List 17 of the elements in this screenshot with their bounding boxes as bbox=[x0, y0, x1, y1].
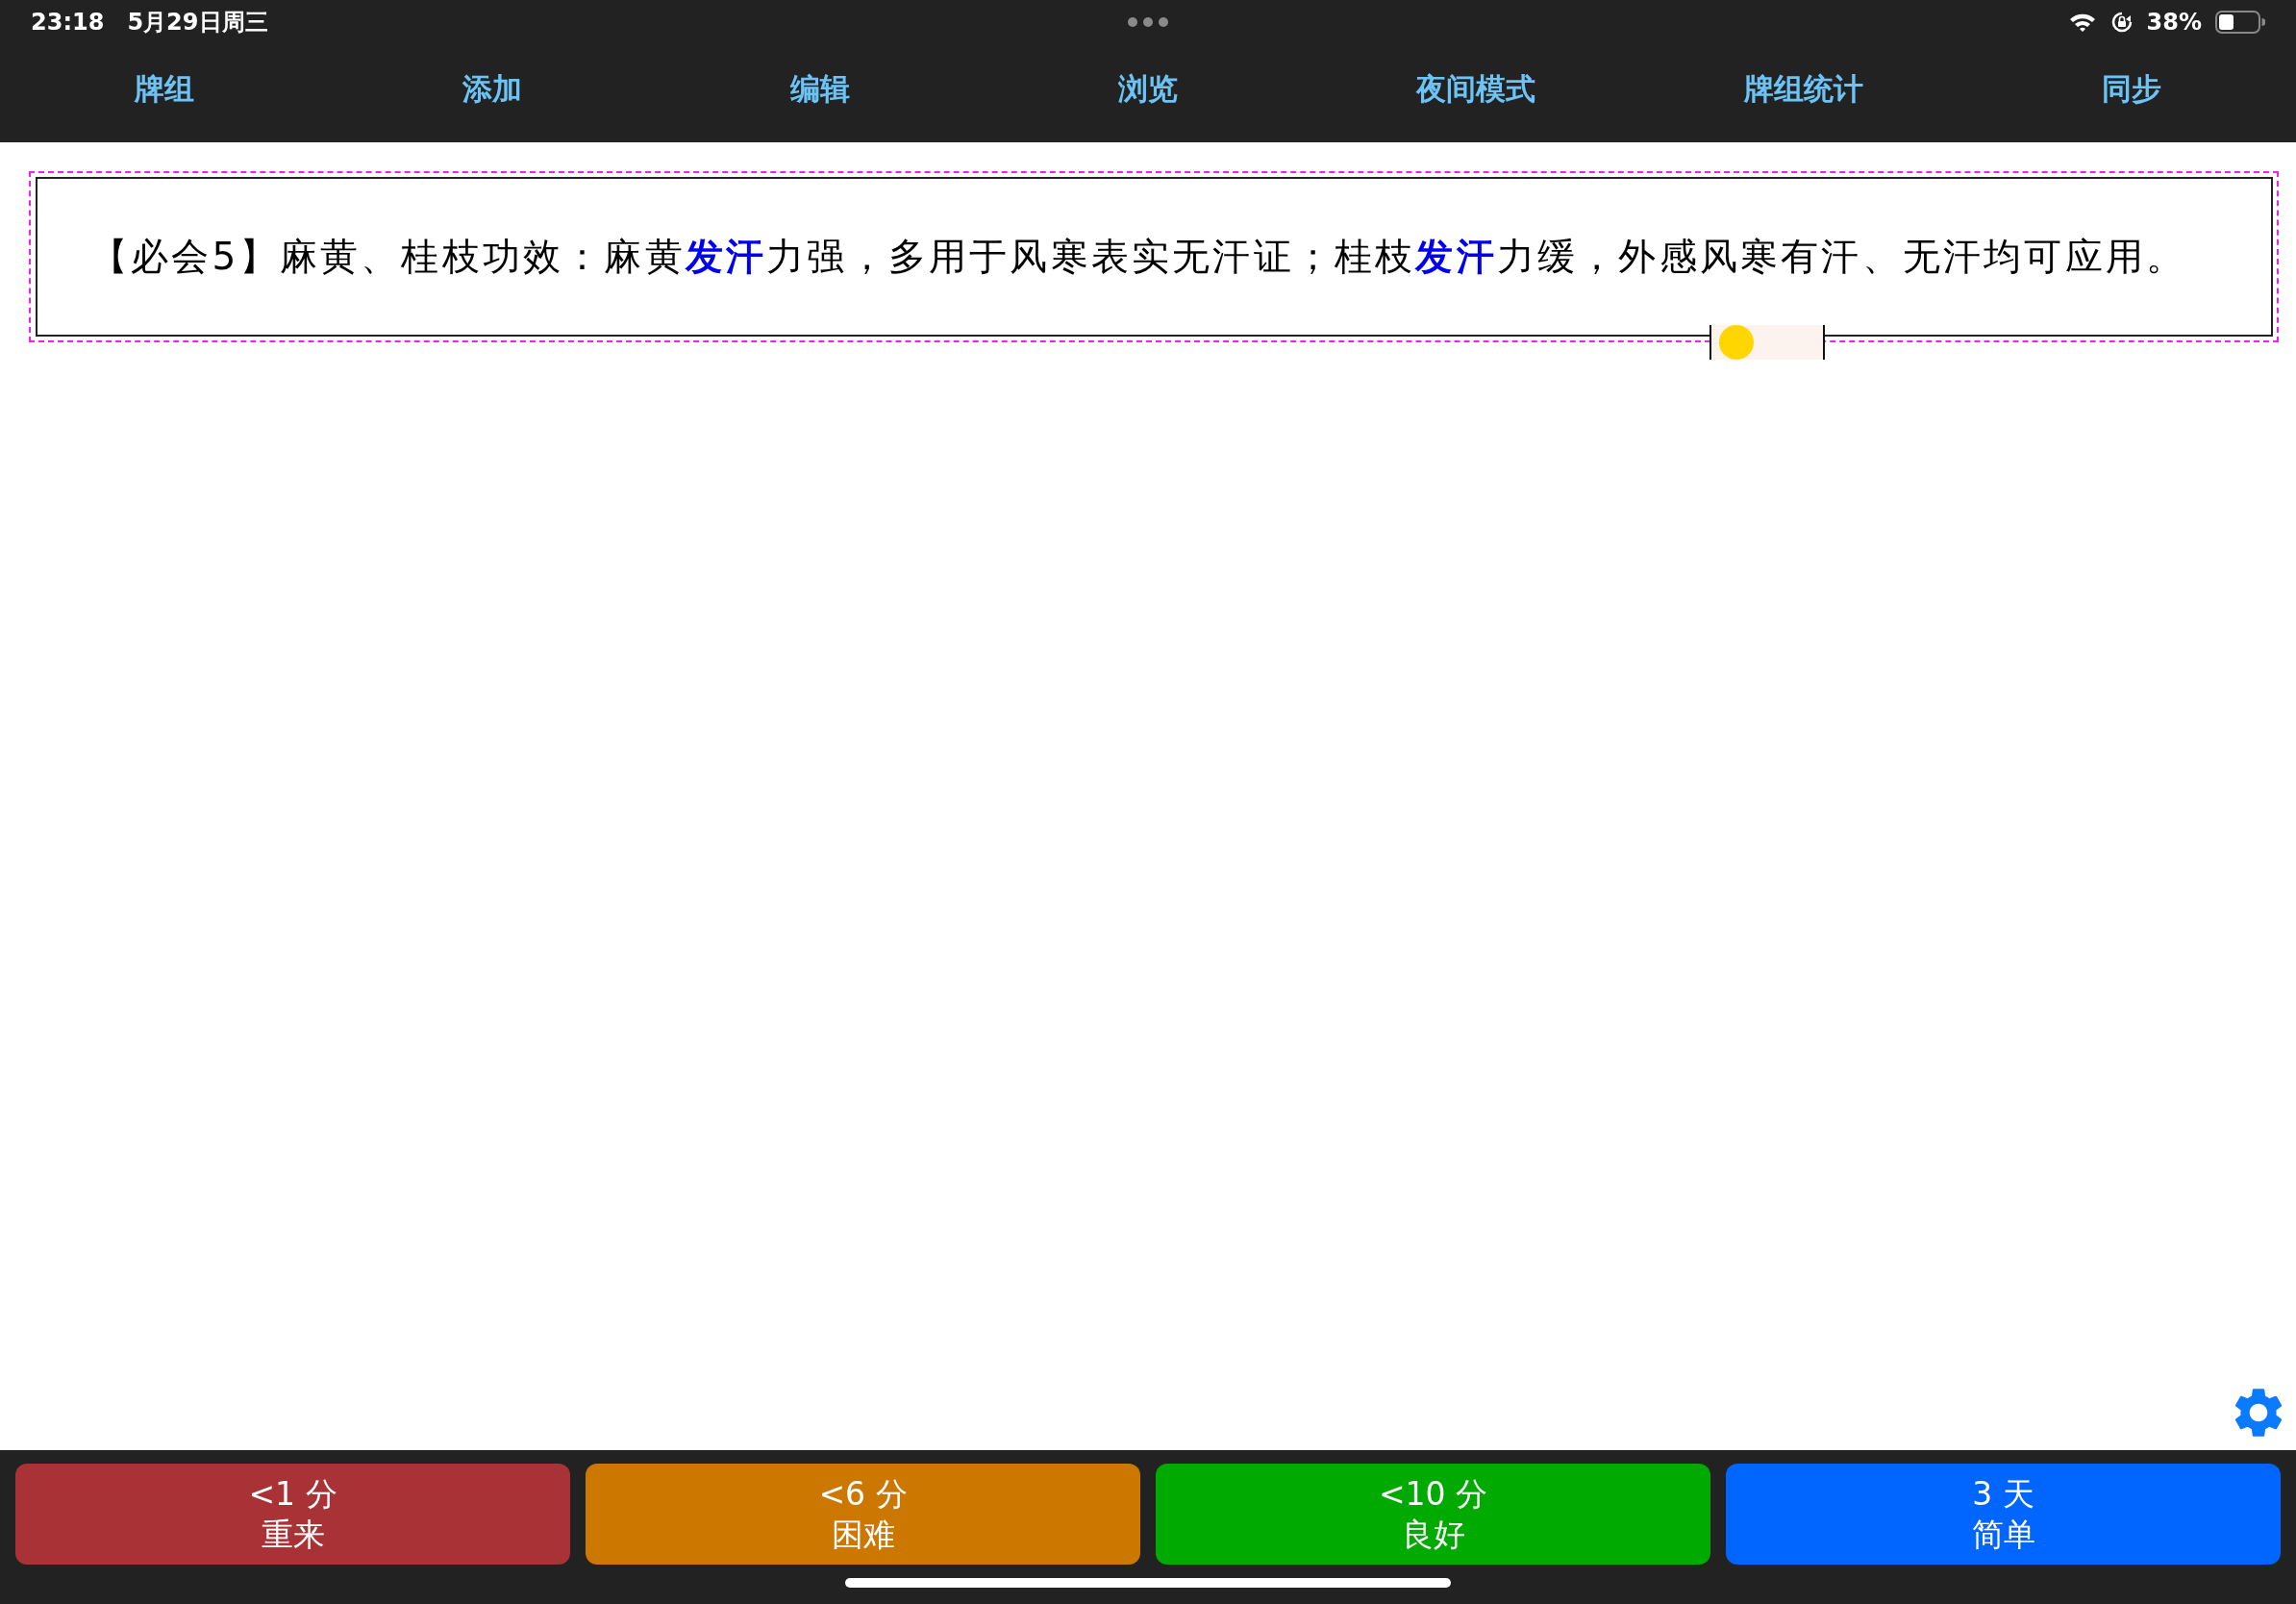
nav-link[interactable]: 浏览 bbox=[989, 69, 1307, 110]
answer-button[interactable]: <1 分 重来 bbox=[15, 1464, 570, 1565]
multitasking-dots-icon[interactable] bbox=[1127, 16, 1169, 28]
answer-button[interactable]: 3 天 简单 bbox=[1726, 1464, 2281, 1565]
rotation-lock-icon bbox=[2109, 11, 2134, 34]
battery-icon bbox=[2215, 11, 2265, 34]
card-text: 【必会5】麻黄、桂枝功效：麻黄发汗力强，多用于风寒表实无汗证；桂枝发汗力缓，外感风寒有汗、无汗均可应用。 bbox=[90, 234, 2187, 280]
nav-link[interactable]: 编辑 bbox=[661, 69, 979, 110]
nav-link[interactable]: 牌组统计 bbox=[1645, 69, 1963, 110]
nav-link[interactable]: 同步 bbox=[1973, 69, 2291, 110]
status-date: 5月29日周三 bbox=[127, 8, 268, 38]
status-time: 23:18 bbox=[31, 9, 105, 36]
battery-percentage: 38% bbox=[2146, 9, 2202, 36]
nav-link[interactable]: 夜间模式 bbox=[1317, 69, 1635, 110]
nav-link[interactable]: 添加 bbox=[333, 69, 651, 110]
nav-link[interactable]: 牌组 bbox=[5, 69, 323, 110]
marker-handle[interactable] bbox=[1710, 325, 1825, 360]
